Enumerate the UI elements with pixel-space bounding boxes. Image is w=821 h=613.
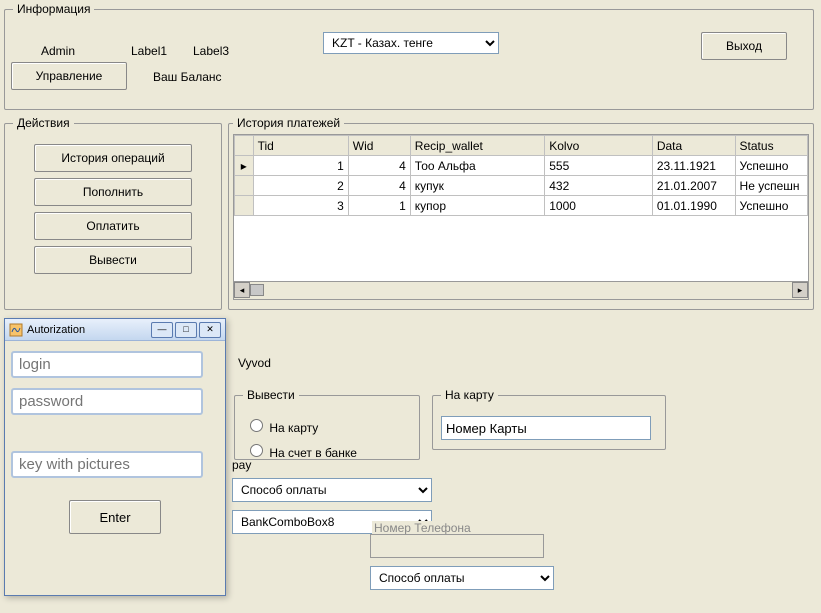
- radio-to-bank-input[interactable]: [250, 444, 263, 457]
- radio-to-card[interactable]: На карту: [245, 416, 409, 435]
- label1-label: Label1: [131, 44, 167, 58]
- withdraw-legend: Вывести: [243, 388, 299, 402]
- key-input[interactable]: [11, 451, 203, 478]
- card-number-input[interactable]: [441, 416, 651, 440]
- exit-button[interactable]: Выход: [701, 32, 787, 60]
- horizontal-scrollbar[interactable]: ◂ ▸: [233, 282, 809, 300]
- maximize-icon[interactable]: □: [175, 322, 197, 338]
- vyvod-groupbox: Vyvod Вывести На карту На счет в банке Н…: [228, 356, 814, 452]
- history-groupbox: История платежей Tid Wid Recip_wallet Ko…: [228, 116, 814, 310]
- col-data[interactable]: Data: [652, 136, 735, 156]
- withdraw-button[interactable]: Вывести: [34, 246, 192, 274]
- phone-input[interactable]: [370, 534, 544, 558]
- password-input[interactable]: [11, 388, 203, 415]
- row-marker-header: [235, 136, 254, 156]
- history-table[interactable]: Tid Wid Recip_wallet Kolvo Data Status ▸…: [234, 135, 808, 216]
- minimize-icon[interactable]: —: [151, 322, 173, 338]
- login-input[interactable]: [11, 351, 203, 378]
- balance-label: Ваш Баланс: [153, 70, 222, 84]
- info-groupbox: Информация Admin Label1 Label3 KZT - Каз…: [4, 2, 814, 110]
- oncard-legend: На карту: [441, 388, 498, 402]
- label3-label: Label3: [193, 44, 229, 58]
- app-icon: [9, 323, 23, 337]
- col-recip[interactable]: Recip_wallet: [410, 136, 544, 156]
- history-legend: История платежей: [233, 116, 344, 130]
- table-row[interactable]: 3 1 купор 1000 01.01.1990 Успешно: [235, 196, 808, 216]
- window-titlebar[interactable]: Autorization — □ ✕: [5, 319, 225, 341]
- col-kolvo[interactable]: Kolvo: [545, 136, 653, 156]
- info-legend: Информация: [13, 2, 94, 16]
- table-row[interactable]: ▸ 1 4 Тоо Альфа 555 23.11.1921 Успешно: [235, 156, 808, 176]
- col-tid[interactable]: Tid: [253, 136, 348, 156]
- manage-button[interactable]: Управление: [11, 62, 127, 90]
- history-button[interactable]: История операций: [34, 144, 192, 172]
- close-icon[interactable]: ✕: [199, 322, 221, 338]
- vyvod-legend: Vyvod: [234, 356, 275, 370]
- radio-to-card-input[interactable]: [250, 419, 263, 432]
- enter-button[interactable]: Enter: [69, 500, 161, 534]
- scroll-left-icon[interactable]: ◂: [234, 282, 250, 298]
- admin-label: Admin: [41, 44, 75, 58]
- phone-label: Номер Телефона: [372, 521, 473, 535]
- actions-groupbox: Действия История операций Пополнить Опла…: [4, 116, 222, 310]
- history-table-wrap: Tid Wid Recip_wallet Kolvo Data Status ▸…: [233, 134, 809, 282]
- payment-method-select[interactable]: Способ оплаты: [232, 478, 432, 502]
- scroll-thumb[interactable]: [250, 284, 264, 296]
- withdraw-groupbox: Вывести На карту На счет в банке: [234, 388, 420, 460]
- table-row[interactable]: 2 4 купук 432 21.01.2007 Не успешн: [235, 176, 808, 196]
- row-selector-icon: ▸: [235, 156, 254, 176]
- payment-method-select-2[interactable]: Способ оплаты: [370, 566, 554, 590]
- pay-label: pay: [232, 458, 251, 472]
- radio-to-bank[interactable]: На счет в банке: [245, 441, 409, 460]
- authorization-window: Autorization — □ ✕ Enter: [4, 318, 226, 596]
- window-title: Autorization: [27, 324, 149, 336]
- scroll-right-icon[interactable]: ▸: [792, 282, 808, 298]
- col-wid[interactable]: Wid: [348, 136, 410, 156]
- deposit-button[interactable]: Пополнить: [34, 178, 192, 206]
- currency-select[interactable]: KZT - Казах. тенге: [323, 32, 499, 54]
- pay-button[interactable]: Оплатить: [34, 212, 192, 240]
- col-status[interactable]: Status: [735, 136, 807, 156]
- oncard-groupbox: На карту: [432, 388, 666, 450]
- actions-legend: Действия: [13, 116, 74, 130]
